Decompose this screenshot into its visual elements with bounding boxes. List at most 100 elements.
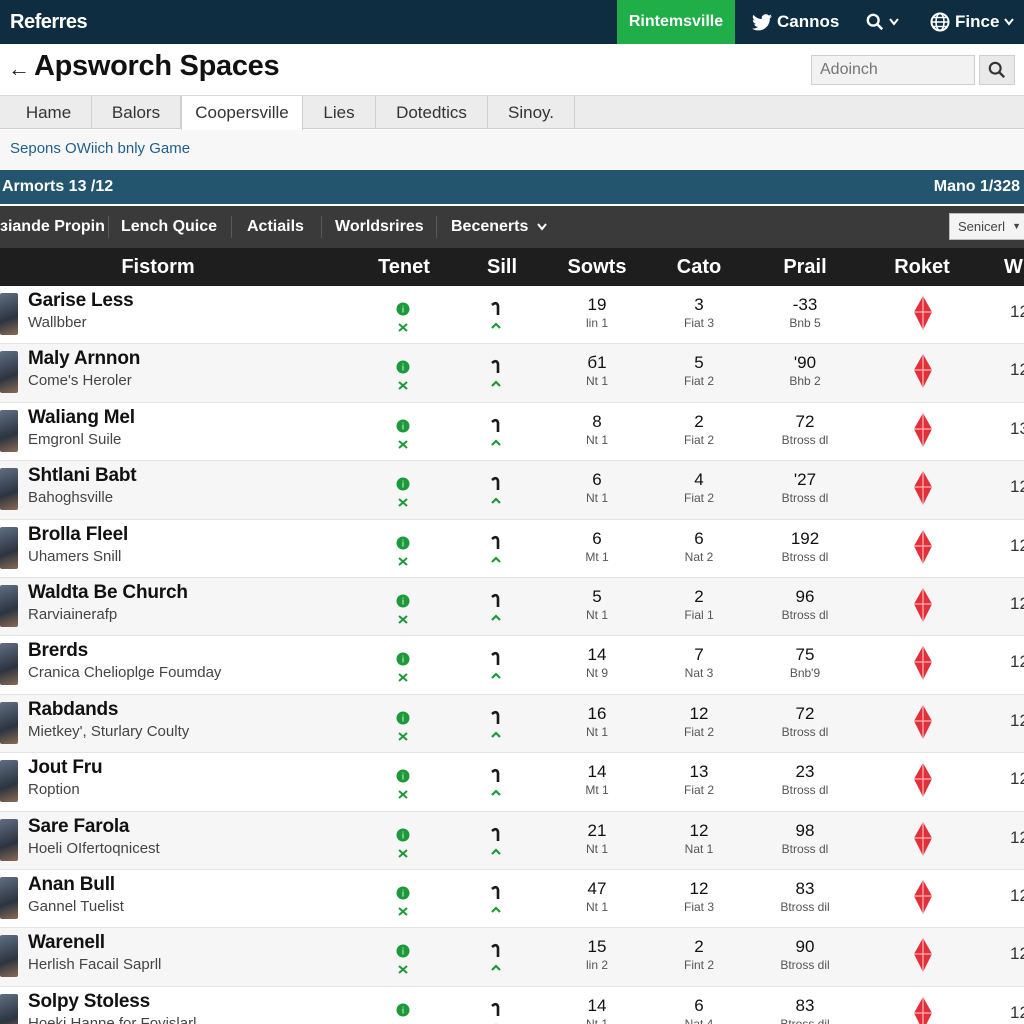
hook-arrow-icon[interactable] xyxy=(489,709,503,741)
row-name[interactable]: Jout Fru xyxy=(28,757,103,779)
info-check-icon[interactable]: i xyxy=(395,300,411,332)
avatar[interactable] xyxy=(0,351,18,394)
rocket-diamond-icon[interactable] xyxy=(912,762,934,798)
hook-arrow-icon[interactable] xyxy=(489,534,503,566)
tab-lies[interactable]: Lies xyxy=(303,96,376,129)
info-check-icon[interactable]: i xyxy=(395,650,411,683)
table-row[interactable]: Rabdands Mietkey', Sturlary Coulty i 16 Nt 1… xyxy=(0,694,1024,754)
row-name[interactable]: Garise Less xyxy=(28,290,134,312)
tab-hame[interactable]: Hame xyxy=(6,96,92,129)
avatar[interactable] xyxy=(0,526,18,569)
info-check-icon[interactable]: i xyxy=(395,475,411,507)
row-name[interactable]: Shtlani Babt xyxy=(28,465,137,487)
rocket-diamond-icon[interactable] xyxy=(912,996,934,1024)
twitter-link[interactable]: Cannos xyxy=(752,0,839,44)
hook-arrow-icon[interactable] xyxy=(489,417,503,449)
hook-arrow-icon[interactable] xyxy=(489,650,503,682)
avatar[interactable] xyxy=(0,818,18,861)
brand-logo-text[interactable]: Referres xyxy=(10,0,88,44)
row-name[interactable]: Warenell xyxy=(28,932,105,954)
column-header-cato[interactable]: Cato xyxy=(659,248,739,286)
rocket-diamond-icon[interactable] xyxy=(912,937,934,973)
avatar[interactable] xyxy=(0,468,18,511)
rocket-diamond-icon[interactable] xyxy=(912,353,934,389)
filter-item[interactable]: Actiails xyxy=(247,206,304,248)
table-row[interactable]: Jout Fru Roption i 14 Mt 1 13 Fiat 2 23 Btross d… xyxy=(0,753,1024,812)
hook-arrow-icon[interactable] xyxy=(489,358,503,390)
rocket-diamond-icon[interactable] xyxy=(912,704,934,740)
row-name[interactable]: Brerds xyxy=(28,640,88,662)
filter-item[interactable]: Worldsrires xyxy=(335,206,424,248)
tab-balors[interactable]: Balors xyxy=(92,96,181,129)
info-check-icon[interactable]: i xyxy=(395,358,411,391)
avatar[interactable] xyxy=(0,585,18,627)
table-row[interactable]: Brerds Cranica Chelioplge Foumday i 14 Nt 9 7… xyxy=(0,636,1024,695)
hook-arrow-icon[interactable] xyxy=(489,475,503,507)
search-input[interactable] xyxy=(811,55,975,85)
column-header-sill[interactable]: Sill xyxy=(462,248,542,286)
table-row[interactable]: Warenell Herlish Facail Saprll i 15 lin 2 2 Fi… xyxy=(0,928,1024,987)
rocket-diamond-icon[interactable] xyxy=(912,645,934,681)
row-name[interactable]: Maly Arnnon xyxy=(28,348,140,370)
hook-arrow-icon[interactable] xyxy=(489,884,503,916)
info-check-icon[interactable]: i xyxy=(395,942,411,975)
column-header-fistorm[interactable]: Fistorm xyxy=(40,248,276,286)
hook-arrow-icon[interactable] xyxy=(489,767,503,799)
avatar[interactable] xyxy=(0,935,18,978)
table-row[interactable]: Anan Bull Gannel Tuelist i 47 Nt 1 12 Fiat 3 83… xyxy=(0,870,1024,929)
table-row[interactable]: Maly Arnnon Come's Heroler i б1 Nt 1 5 Fiat 2 '… xyxy=(0,344,1024,403)
column-header-w[interactable]: W xyxy=(1004,248,1024,286)
row-name[interactable]: Solpy Stoless xyxy=(28,991,150,1013)
avatar[interactable] xyxy=(0,701,18,744)
rocket-diamond-icon[interactable] xyxy=(912,529,934,565)
info-check-icon[interactable]: i xyxy=(395,884,411,916)
hook-arrow-icon[interactable] xyxy=(489,300,503,332)
info-check-icon[interactable]: i xyxy=(395,534,411,566)
column-header-sowts[interactable]: Sowts xyxy=(557,248,637,286)
hook-arrow-icon[interactable] xyxy=(489,592,503,624)
tab-sinoy[interactable]: Sinoy. xyxy=(488,96,575,129)
avatar[interactable] xyxy=(0,643,18,686)
avatar[interactable] xyxy=(0,293,18,335)
location-highlight-button[interactable]: Rintemsville xyxy=(617,0,735,44)
info-check-icon[interactable]: i xyxy=(395,1001,411,1024)
tab-dotedtics[interactable]: Dotedtics xyxy=(376,96,488,129)
table-row[interactable]: Waldta Be Church Rarviainerafp i 5 Nt 1 2 Fial… xyxy=(0,578,1024,637)
rocket-diamond-icon[interactable] xyxy=(912,295,934,331)
search-button[interactable] xyxy=(979,55,1015,85)
filter-dropdown[interactable]: Becenerts xyxy=(451,206,547,248)
rocket-diamond-icon[interactable] xyxy=(912,470,934,506)
info-check-icon[interactable]: i xyxy=(395,709,411,741)
column-header-roket[interactable]: Roket xyxy=(882,248,962,286)
breadcrumb-link[interactable]: Sepons OWiich bnly Game xyxy=(10,140,190,157)
avatar[interactable] xyxy=(0,993,18,1024)
row-name[interactable]: Brolla Fleel xyxy=(28,524,128,546)
info-check-icon[interactable]: i xyxy=(395,826,411,858)
hook-arrow-icon[interactable] xyxy=(489,826,503,858)
sort-select[interactable]: Senicerl ▼ xyxy=(949,213,1024,240)
row-name[interactable]: Anan Bull xyxy=(28,874,115,896)
table-row[interactable]: Shtlani Babt Bahoghsville i 6 Nt 1 4 Fiat 2 '27… xyxy=(0,461,1024,520)
table-row[interactable]: Sare Farola Hoeli OIfertoqnicest i 21 Nt 1 12… xyxy=(0,811,1024,870)
avatar[interactable] xyxy=(0,409,18,452)
column-header-prail[interactable]: Prail xyxy=(765,248,845,286)
tab-coopersville[interactable]: Coopersville xyxy=(181,96,303,130)
info-check-icon[interactable]: i xyxy=(395,417,411,449)
table-row[interactable]: Solpy Stoless Hoeki Hanne for Fovislarl i 1… xyxy=(0,987,1024,1024)
row-name[interactable]: Waldta Be Church xyxy=(28,582,188,604)
row-name[interactable]: Waliang Mel xyxy=(28,407,135,429)
info-check-icon[interactable]: i xyxy=(395,592,411,624)
row-name[interactable]: Rabdands xyxy=(28,699,118,721)
avatar[interactable] xyxy=(0,760,18,803)
rocket-diamond-icon[interactable] xyxy=(912,821,934,857)
column-header-tenet[interactable]: Tenet xyxy=(364,248,444,286)
rocket-diamond-icon[interactable] xyxy=(912,587,934,623)
hook-arrow-icon[interactable] xyxy=(489,942,503,974)
back-arrow-icon[interactable]: ← xyxy=(8,56,30,82)
filter-item[interactable]: Lench Quice xyxy=(121,206,217,248)
avatar[interactable] xyxy=(0,877,18,919)
search-dropdown[interactable] xyxy=(866,0,899,44)
filter-item[interactable]: ɜiande Propin xyxy=(0,206,105,248)
info-check-icon[interactable]: i xyxy=(395,767,411,799)
table-row[interactable]: Waliang Mel Emgronl Suile i 8 Nt 1 2 Fiat 2 72 B… xyxy=(0,403,1024,462)
